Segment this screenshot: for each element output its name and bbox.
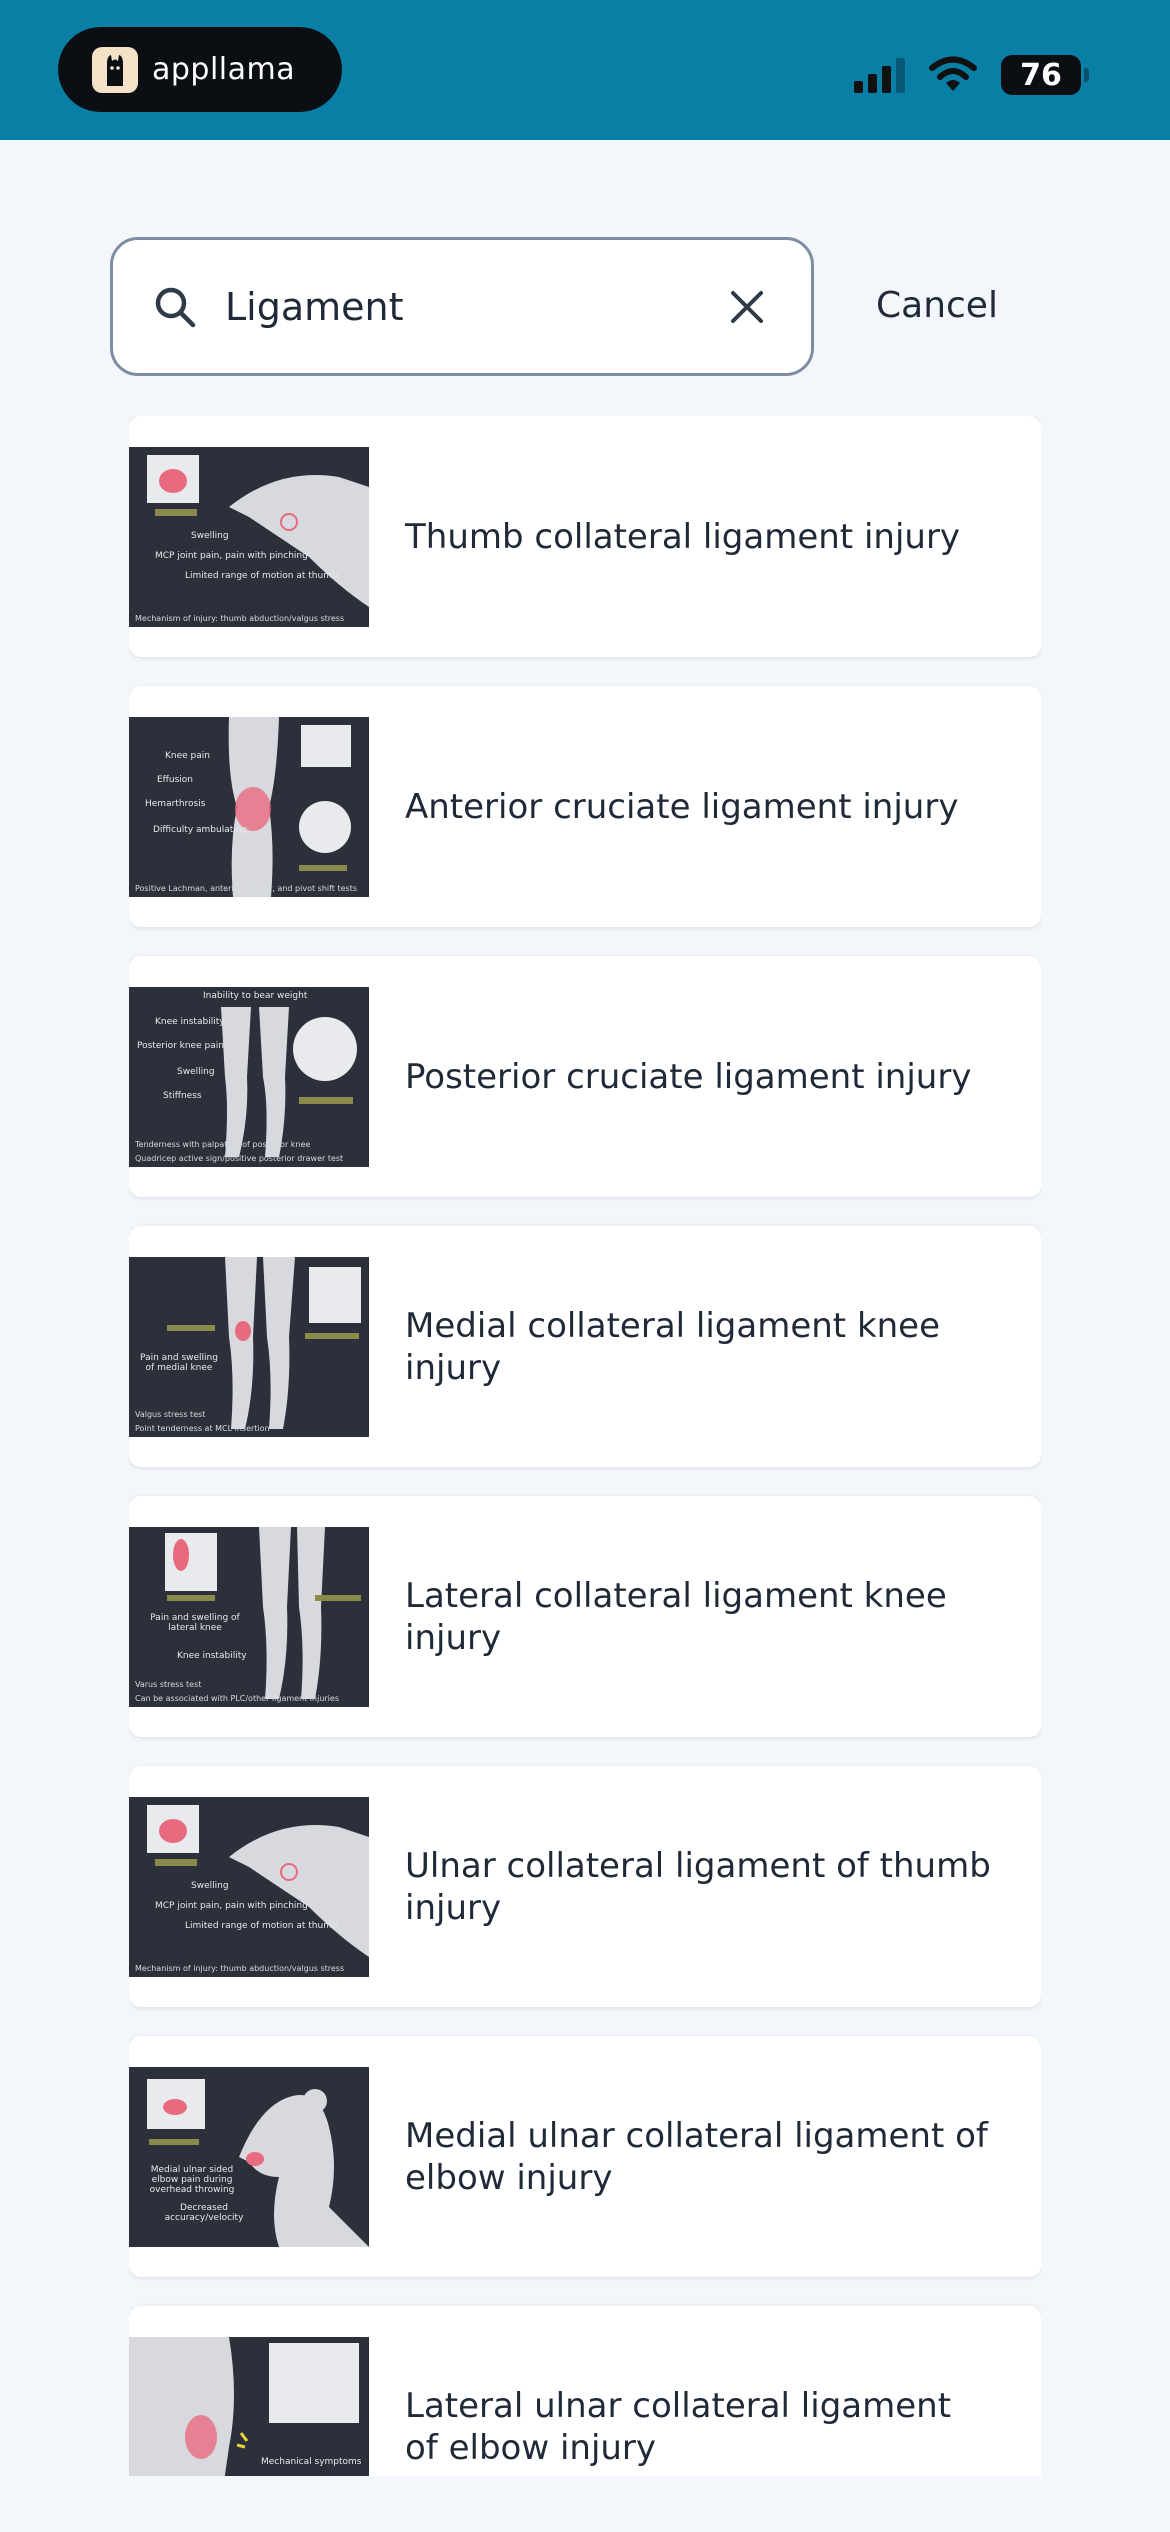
cellular-signal-icon bbox=[854, 57, 905, 93]
thumb-label: Knee instability bbox=[177, 1650, 247, 1661]
result-title: Lateral ulnar collateral ligament of elb… bbox=[405, 2385, 952, 2468]
search-icon bbox=[155, 287, 196, 327]
thumb-foot: Valgus stress test bbox=[135, 1409, 206, 1419]
result-title: Posterior cruciate ligament injury bbox=[405, 1056, 972, 1097]
brand-pill: appllama bbox=[58, 27, 342, 112]
result-title: Lateral collateral ligament knee injury bbox=[405, 1575, 947, 1658]
result-card[interactable]: Pain and swelling of medial knee Valgus … bbox=[129, 1226, 1041, 1467]
result-card[interactable]: Medial ulnar sided elbow pain during ove… bbox=[129, 2036, 1041, 2277]
result-card[interactable]: Swelling MCP joint pain, pain with pinch… bbox=[129, 416, 1041, 657]
thumb-foot: Mechanism of injury: thumb abduction/val… bbox=[135, 1963, 345, 1973]
results-list: Swelling MCP joint pain, pain with pinch… bbox=[129, 416, 1041, 2476]
thumb-label: Hemarthrosis bbox=[145, 798, 206, 809]
battery-level: 76 bbox=[1020, 57, 1062, 93]
thumb-label: Difficulty ambulating bbox=[153, 824, 248, 835]
thumb-label: Limited range of motion at thumb bbox=[185, 1920, 338, 1931]
result-thumbnail: Pain and swelling of medial knee Valgus … bbox=[129, 1256, 369, 1437]
result-thumbnail: Mechanical symptoms bbox=[129, 2336, 369, 2476]
brand-name: appllama bbox=[152, 52, 296, 87]
thumb-label: Posterior knee pain bbox=[137, 1040, 224, 1051]
cancel-button[interactable]: Cancel bbox=[876, 285, 998, 326]
clear-icon[interactable] bbox=[727, 287, 767, 327]
search-input[interactable] bbox=[225, 276, 717, 337]
result-thumbnail: Knee pain Effusion Hemarthrosis Difficul… bbox=[129, 716, 369, 897]
thumb-label: Knee pain bbox=[165, 750, 210, 761]
battery-tip bbox=[1084, 68, 1089, 82]
result-title: Ulnar collateral ligament of thumb injur… bbox=[405, 1845, 991, 1928]
thumb-foot: Positive Lachman, anterior drawer, and p… bbox=[135, 883, 357, 893]
search-box[interactable] bbox=[110, 237, 814, 376]
status-bar: appllama 76 bbox=[0, 0, 1170, 140]
wifi-icon bbox=[929, 56, 977, 91]
thumb-foot: Quadricep active sign/positive posterior… bbox=[135, 1153, 344, 1163]
result-title: Medial ulnar collateral ligament of elbo… bbox=[405, 2115, 988, 2198]
result-thumbnail: Inability to bear weight Knee instabilit… bbox=[129, 986, 369, 1167]
thumb-label: Swelling bbox=[177, 1066, 215, 1077]
result-thumbnail: Swelling MCP joint pain, pain with pinch… bbox=[129, 1796, 369, 1977]
result-thumbnail: Medial ulnar sided elbow pain during ove… bbox=[129, 2066, 369, 2247]
thumb-foot: Point tenderness at MCL insertion bbox=[135, 1423, 270, 1433]
battery-indicator: 76 bbox=[1001, 55, 1089, 95]
result-title: Anterior cruciate ligament injury bbox=[405, 786, 959, 827]
result-card[interactable]: Pain and swelling of lateral knee Knee i… bbox=[129, 1496, 1041, 1737]
thumb-label: Pain and swelling of medial knee bbox=[140, 1352, 218, 1373]
thumb-label: Inability to bear weight bbox=[203, 990, 308, 1001]
thumb-label: Effusion bbox=[157, 774, 193, 785]
thumb-label: MCP joint pain, pain with pinching bbox=[155, 550, 308, 561]
llama-logo-icon bbox=[92, 46, 138, 93]
thumb-label: Pain and swelling of lateral knee bbox=[150, 1612, 240, 1633]
thumb-label: Swelling bbox=[191, 1880, 229, 1891]
thumb-label: Swelling bbox=[191, 530, 229, 541]
result-thumbnail: Swelling MCP joint pain, pain with pinch… bbox=[129, 446, 369, 627]
thumb-label: MCP joint pain, pain with pinching bbox=[155, 1900, 308, 1911]
result-card[interactable]: Inability to bear weight Knee instabilit… bbox=[129, 956, 1041, 1197]
thumb-label: Limited range of motion at thumb bbox=[185, 570, 338, 581]
result-thumbnail: Pain and swelling of lateral knee Knee i… bbox=[129, 1526, 369, 1707]
result-title: Thumb collateral ligament injury bbox=[405, 516, 961, 557]
thumb-label: Knee instability bbox=[155, 1016, 225, 1027]
result-title: Medial collateral ligament knee injury bbox=[405, 1305, 941, 1388]
status-indicators: 76 bbox=[854, 50, 1089, 100]
thumb-foot: Mechanism of injury: thumb abduction/val… bbox=[135, 613, 345, 623]
thumb-label: Decreased accuracy/velocity bbox=[164, 2202, 244, 2223]
thumb-foot: Varus stress test bbox=[135, 1679, 202, 1689]
thumb-label: Stiffness bbox=[163, 1090, 202, 1101]
thumb-label: Medial ulnar sided elbow pain during ove… bbox=[149, 2164, 235, 2195]
result-card[interactable]: Knee pain Effusion Hemarthrosis Difficul… bbox=[129, 686, 1041, 927]
thumb-label: Mechanical symptoms bbox=[261, 2456, 362, 2467]
thumb-foot: Can be associated with PLC/other ligamen… bbox=[135, 1693, 339, 1703]
result-card[interactable]: Swelling MCP joint pain, pain with pinch… bbox=[129, 1766, 1041, 2007]
result-card[interactable]: Mechanical symptoms Lateral ulnar collat… bbox=[129, 2306, 1041, 2476]
thumb-foot: Tenderness with palpation of posterior k… bbox=[135, 1139, 311, 1149]
